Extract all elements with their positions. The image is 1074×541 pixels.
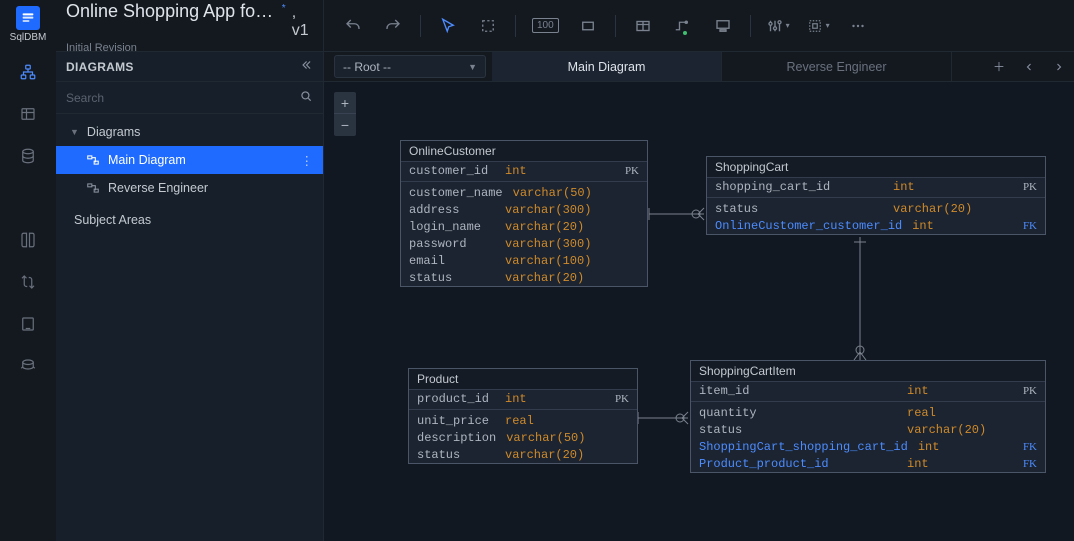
zoom-control: + − — [334, 92, 356, 136]
tree-item-main-diagram[interactable]: Main Diagram ⋮ — [56, 146, 323, 174]
project-version: , v1 — [292, 4, 313, 40]
logo-icon — [16, 6, 40, 30]
tab-main-diagram[interactable]: Main Diagram — [492, 52, 722, 81]
zoom-in-button[interactable]: + — [334, 92, 356, 114]
brand-logo[interactable]: SqlDBM — [8, 4, 48, 44]
project-title: Online Shopping App for Post… — [66, 1, 276, 22]
marquee-tool-button[interactable] — [471, 9, 505, 43]
zoom-out-button[interactable]: − — [334, 114, 356, 136]
chevron-down-icon: ▼ — [468, 62, 477, 72]
column-row[interactable]: quantityreal — [691, 404, 1045, 421]
item-menu-icon[interactable]: ⋮ — [301, 153, 314, 168]
column-row[interactable]: statusvarchar(20) — [691, 421, 1045, 438]
column-row[interactable]: descriptionvarchar(50) — [409, 429, 637, 446]
column-row[interactable]: product_idintPK — [409, 390, 637, 407]
entity-title: OnlineCustomer — [401, 141, 647, 162]
zoom-100-button[interactable]: 100 — [526, 9, 565, 43]
add-table-button[interactable] — [626, 9, 660, 43]
rail-tables-icon[interactable] — [0, 94, 56, 134]
column-row[interactable]: statusvarchar(20) — [409, 446, 637, 463]
column-row[interactable]: item_idintPK — [691, 382, 1045, 399]
column-row[interactable]: customer_idintPK — [401, 162, 647, 179]
entity-title: Product — [409, 369, 637, 390]
rail-device-icon[interactable] — [0, 304, 56, 344]
rail-database-icon[interactable] — [0, 136, 56, 176]
tree-group-diagrams[interactable]: ▼ Diagrams — [56, 118, 323, 146]
redo-button[interactable] — [376, 9, 410, 43]
prev-tab-button[interactable] — [1014, 52, 1044, 82]
panel-title-row: DIAGRAMS — [56, 52, 323, 82]
entity-title: ShoppingCartItem — [691, 361, 1045, 382]
undo-button[interactable] — [336, 9, 370, 43]
rail-compare-icon[interactable] — [0, 262, 56, 302]
column-row[interactable]: emailvarchar(100) — [401, 252, 647, 269]
rail-diagrams-icon[interactable] — [0, 52, 56, 92]
tree-item-reverse-engineer[interactable]: Reverse Engineer — [56, 174, 323, 202]
add-tab-button[interactable]: ＋ — [984, 52, 1014, 82]
search-icon[interactable] — [299, 89, 313, 106]
column-row[interactable]: ShoppingCart_shopping_cart_idintFK — [691, 438, 1045, 455]
collapse-panel-icon[interactable] — [299, 58, 313, 75]
search-row — [56, 82, 323, 114]
tree-item-label: Main Diagram — [108, 153, 186, 167]
tree-group-subject-areas[interactable]: Subject Areas — [56, 206, 323, 234]
entity-OnlineCustomer[interactable]: OnlineCustomercustomer_idintPK customer_n… — [400, 140, 648, 287]
subject-areas-label: Subject Areas — [74, 213, 151, 227]
side-panel: Online Shopping App for Post… * , v1 Ini… — [56, 0, 324, 541]
column-row[interactable]: statusvarchar(20) — [401, 269, 647, 286]
column-row[interactable]: shopping_cart_idintPK — [707, 178, 1045, 195]
entity-ShoppingCartItem[interactable]: ShoppingCartItemitem_idintPK quantityreal… — [690, 360, 1046, 473]
rail-data-icon[interactable] — [0, 346, 56, 386]
column-row[interactable]: statusvarchar(20) — [707, 200, 1045, 217]
column-row[interactable]: OnlineCustomer_customer_idintFK — [707, 217, 1045, 234]
column-row[interactable]: customer_namevarchar(50) — [401, 184, 647, 201]
diagram-canvas[interactable]: + − — [324, 82, 1074, 541]
zoom-100-label: 100 — [532, 18, 559, 33]
chevron-down-icon: ▼ — [70, 127, 79, 137]
tab-reverse-engineer[interactable]: Reverse Engineer — [722, 52, 952, 81]
tabstrip: -- Root -- ▼ Main Diagram Reverse Engine… — [324, 52, 1074, 82]
toolbar: 100 ▾ ▾ — [324, 0, 1074, 52]
brand-text: SqlDBM — [10, 32, 47, 43]
tree-group-label: Diagrams — [87, 125, 141, 139]
rail-docs-icon[interactable] — [0, 220, 56, 260]
search-input[interactable] — [66, 91, 299, 105]
dirty-indicator: * — [282, 3, 286, 14]
tab-label: Reverse Engineer — [786, 60, 886, 74]
tab-label: Main Diagram — [568, 60, 646, 74]
diagram-icon — [86, 181, 100, 195]
next-tab-button[interactable] — [1044, 52, 1074, 82]
entity-title: ShoppingCart — [707, 157, 1045, 178]
column-row[interactable]: login_namevarchar(20) — [401, 218, 647, 235]
column-row[interactable]: addressvarchar(300) — [401, 201, 647, 218]
view-options-button[interactable]: ▾ — [761, 9, 795, 43]
diagram-tree: ▼ Diagrams Main Diagram ⋮ Reverse Engine… — [56, 114, 323, 238]
main-area: 100 ▾ ▾ -- Root -- ▼ Main Diagram Revers… — [324, 0, 1074, 541]
entity-Product[interactable]: Productproduct_idintPK unit_pricerealdesc… — [408, 368, 638, 464]
panel-title: DIAGRAMS — [66, 60, 134, 74]
column-row[interactable]: Product_product_idintFK — [691, 455, 1045, 472]
layout-options-button[interactable]: ▾ — [801, 9, 835, 43]
tree-item-label: Reverse Engineer — [108, 181, 208, 195]
pointer-tool-button[interactable] — [431, 9, 465, 43]
left-rail: SqlDBM — [0, 0, 56, 541]
project-header: Online Shopping App for Post… * , v1 Ini… — [56, 0, 323, 52]
root-selector-label: -- Root -- — [343, 60, 391, 74]
add-view-button[interactable] — [706, 9, 740, 43]
entity-ShoppingCart[interactable]: ShoppingCartshopping_cart_idintPKstatusv… — [706, 156, 1046, 235]
add-relationship-button[interactable] — [666, 9, 700, 43]
fit-screen-button[interactable] — [571, 9, 605, 43]
more-options-button[interactable] — [841, 9, 875, 43]
status-dot-icon — [683, 31, 687, 35]
column-row[interactable]: unit_pricereal — [409, 412, 637, 429]
diagram-icon — [86, 153, 100, 167]
column-row[interactable]: passwordvarchar(300) — [401, 235, 647, 252]
root-selector[interactable]: -- Root -- ▼ — [334, 55, 486, 78]
